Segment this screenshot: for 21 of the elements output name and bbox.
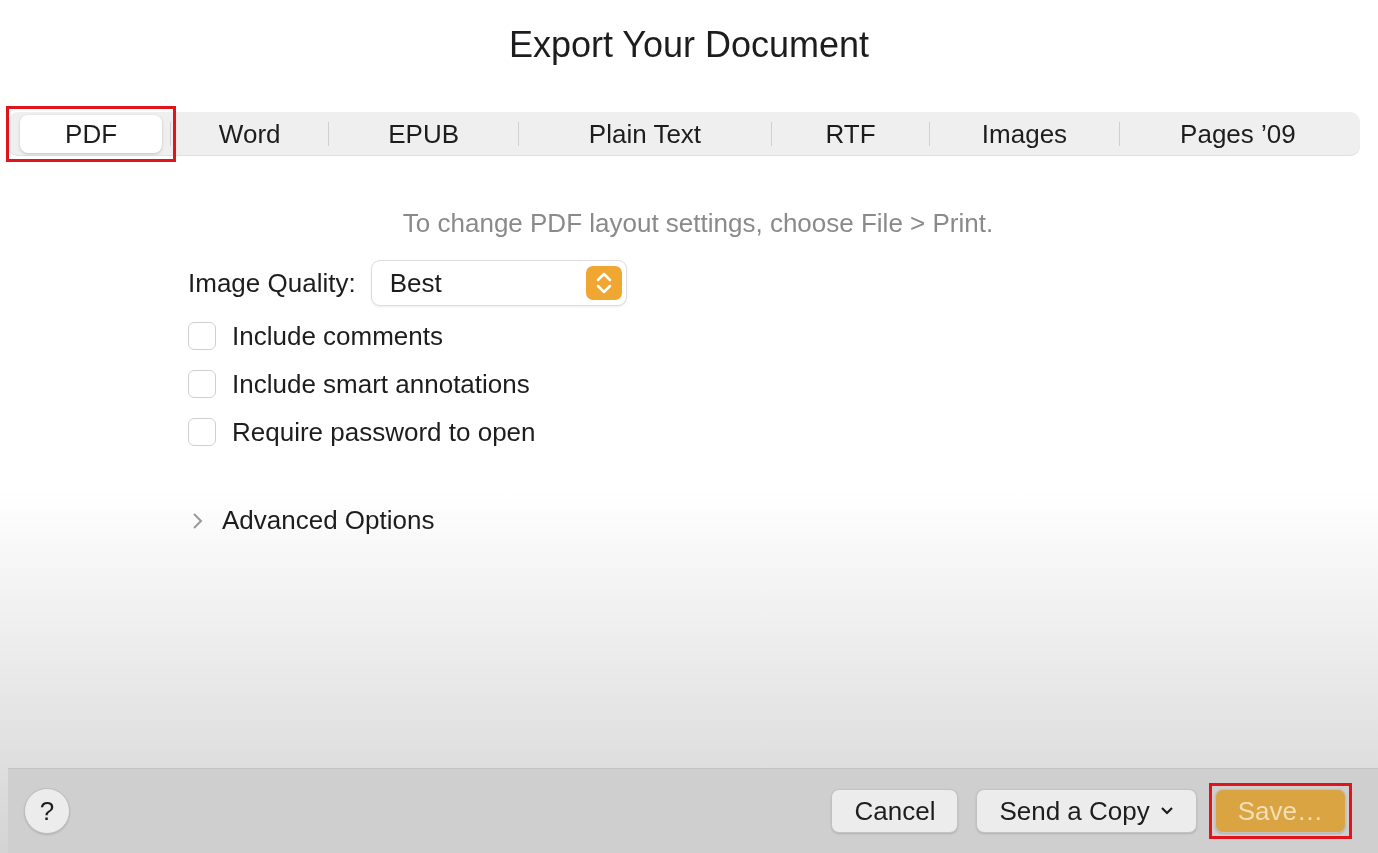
chevron-right-icon <box>192 510 204 531</box>
footer-button[interactable]: Cancel <box>831 789 959 833</box>
format-tab[interactable]: PDF <box>20 115 163 153</box>
advanced-options-disclosure[interactable]: Advanced Options <box>192 505 435 536</box>
option-checkbox[interactable]: Include comments <box>188 319 1378 353</box>
format-tab[interactable]: RTF <box>779 115 922 153</box>
quality-select[interactable]: Best <box>371 261 626 305</box>
chevron-down-icon <box>1159 806 1174 816</box>
format-tab[interactable]: Plain Text <box>527 115 763 153</box>
option-checkbox[interactable]: Require password to open <box>188 415 1378 449</box>
format-tab[interactable]: Images <box>938 115 1111 153</box>
stepper-icon <box>585 266 622 300</box>
field-label: Image Quality: <box>188 267 356 299</box>
dialog-title: Export Your Document <box>507 23 871 67</box>
hint-text: To change PDF layout settings, choose File > Print. <box>401 208 995 239</box>
help-button[interactable]: ? <box>24 788 70 834</box>
format-tab[interactable]: Word <box>179 115 321 153</box>
option-checkbox[interactable]: Include smart annotations <box>188 367 1378 401</box>
format-tab[interactable]: EPUB <box>337 115 510 153</box>
menu-button[interactable]: Send a Copy <box>976 789 1197 833</box>
format-tab[interactable]: Pages ’09 <box>1127 115 1348 153</box>
